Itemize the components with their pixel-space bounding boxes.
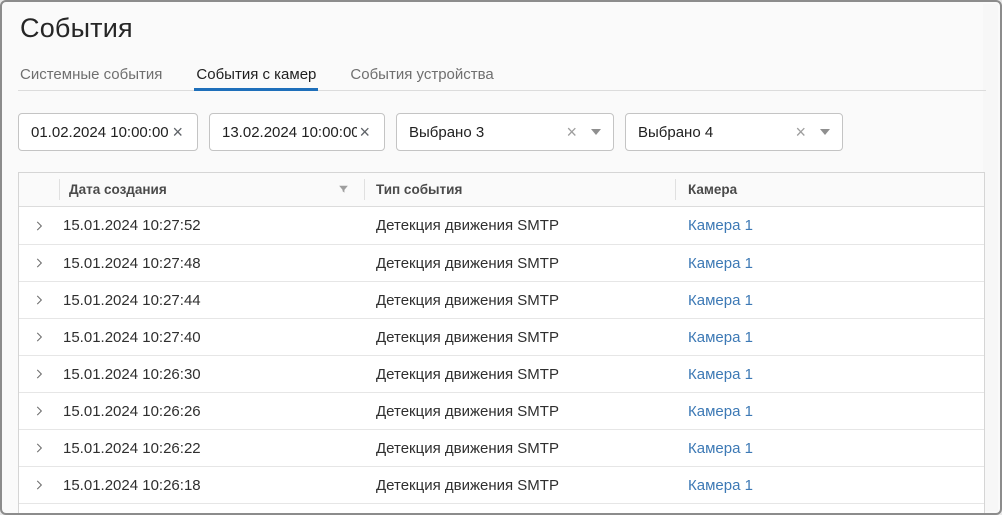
table-row: 15.01.2024 10:26:18 Детекция движения SM… (19, 466, 984, 503)
row-date: 15.01.2024 10:26:30 (59, 356, 364, 392)
events-page: События Системные события События с каме… (0, 0, 1002, 515)
camera-link[interactable]: Камера 1 (688, 477, 753, 494)
row-date: 15.01.2024 10:27:52 (59, 207, 364, 244)
type-column-label: Тип события (376, 182, 462, 197)
row-date: 15.01.2024 10:27:48 (59, 245, 364, 281)
camera-link[interactable]: Камера 1 (688, 366, 753, 383)
tabs-bar: Системные события События с камер Событи… (18, 61, 986, 91)
chevron-down-icon[interactable] (820, 129, 830, 135)
table-row: 15.01.2024 10:26:26 Детекция движения SM… (19, 392, 984, 429)
camera-link[interactable]: Камера 1 (688, 292, 753, 309)
type-column-header: Тип события (364, 173, 675, 206)
camera-link[interactable]: Камера 1 (688, 403, 753, 420)
filters-bar: 01.02.2024 10:00:00 × 13.02.2024 10:00:0… (18, 113, 843, 151)
chevron-right-icon[interactable] (32, 219, 46, 233)
tab-device-events[interactable]: События устройства (348, 61, 495, 90)
clear-icon[interactable]: × (793, 123, 808, 141)
table-row: 15.01.2024 10:26:30 Детекция движения SM… (19, 355, 984, 392)
row-type: Детекция движения SMTP (364, 207, 675, 244)
event-type-select[interactable]: Выбрано 3 × (396, 113, 614, 151)
chevron-down-icon[interactable] (591, 129, 601, 135)
date-from-value: 01.02.2024 10:00:00 (31, 124, 170, 141)
date-to-value: 13.02.2024 10:00:00 (222, 124, 357, 141)
table-header: Дата создания Тип события Камера (19, 173, 984, 207)
clear-icon[interactable]: × (564, 123, 579, 141)
tab-camera-events[interactable]: События с камер (194, 61, 318, 90)
row-type: Детекция движения SMTP (364, 393, 675, 429)
table-row: 15.01.2024 10:26:22 Детекция движения SM… (19, 429, 984, 466)
row-type: Детекция движения SMTP (364, 430, 675, 466)
camera-link[interactable]: Камера 1 (688, 255, 753, 272)
row-date: 15.01.2024 10:26:26 (59, 393, 364, 429)
row-type: Детекция движения SMTP (364, 467, 675, 503)
table-row: 15.01.2024 10:27:48 Детекция движения SM… (19, 244, 984, 281)
table-row: 15.01.2024 10:27:40 Детекция движения SM… (19, 318, 984, 355)
table-row: 15.01.2024 10:27:44 Детекция движения SM… (19, 281, 984, 318)
row-date: 15.01.2024 10:27:44 (59, 282, 364, 318)
date-column-label: Дата создания (69, 182, 167, 197)
chevron-right-icon[interactable] (32, 441, 46, 455)
row-date: 15.01.2024 10:26:22 (59, 430, 364, 466)
chevron-right-icon[interactable] (32, 367, 46, 381)
chevron-right-icon[interactable] (32, 478, 46, 492)
expand-column-header (19, 173, 59, 206)
table-row: 15.01.2024 10:27:52 Детекция движения SM… (19, 207, 984, 244)
chevron-right-icon[interactable] (32, 293, 46, 307)
events-table: Дата создания Тип события Камера 15.01.2… (18, 172, 985, 515)
camera-link[interactable]: Камера 1 (688, 329, 753, 346)
date-to-input[interactable]: 13.02.2024 10:00:00 × (209, 113, 385, 151)
chevron-right-icon[interactable] (32, 404, 46, 418)
clear-icon[interactable]: × (170, 123, 185, 141)
row-type: Детекция движения SMTP (364, 245, 675, 281)
table-row-partial (19, 503, 984, 515)
event-type-select-value: Выбрано 3 (409, 124, 564, 141)
camera-link[interactable]: Камера 1 (688, 217, 753, 234)
row-date: 15.01.2024 10:27:40 (59, 319, 364, 355)
page-title: События (20, 13, 133, 44)
camera-select-value: Выбрано 4 (638, 124, 793, 141)
chevron-right-icon[interactable] (32, 330, 46, 344)
tab-system-events[interactable]: Системные события (18, 61, 164, 90)
camera-column-label: Камера (688, 182, 737, 197)
row-type: Детекция движения SMTP (364, 319, 675, 355)
row-type: Детекция движения SMTP (364, 282, 675, 318)
row-date: 15.01.2024 10:26:18 (59, 467, 364, 503)
date-column-header: Дата создания (59, 173, 364, 206)
row-type: Детекция движения SMTP (364, 356, 675, 392)
camera-link[interactable]: Камера 1 (688, 440, 753, 457)
camera-select[interactable]: Выбрано 4 × (625, 113, 843, 151)
filter-icon[interactable] (337, 183, 350, 196)
date-from-input[interactable]: 01.02.2024 10:00:00 × (18, 113, 198, 151)
chevron-right-icon[interactable] (32, 256, 46, 270)
camera-column-header: Камера (675, 173, 984, 206)
clear-icon[interactable]: × (357, 123, 372, 141)
